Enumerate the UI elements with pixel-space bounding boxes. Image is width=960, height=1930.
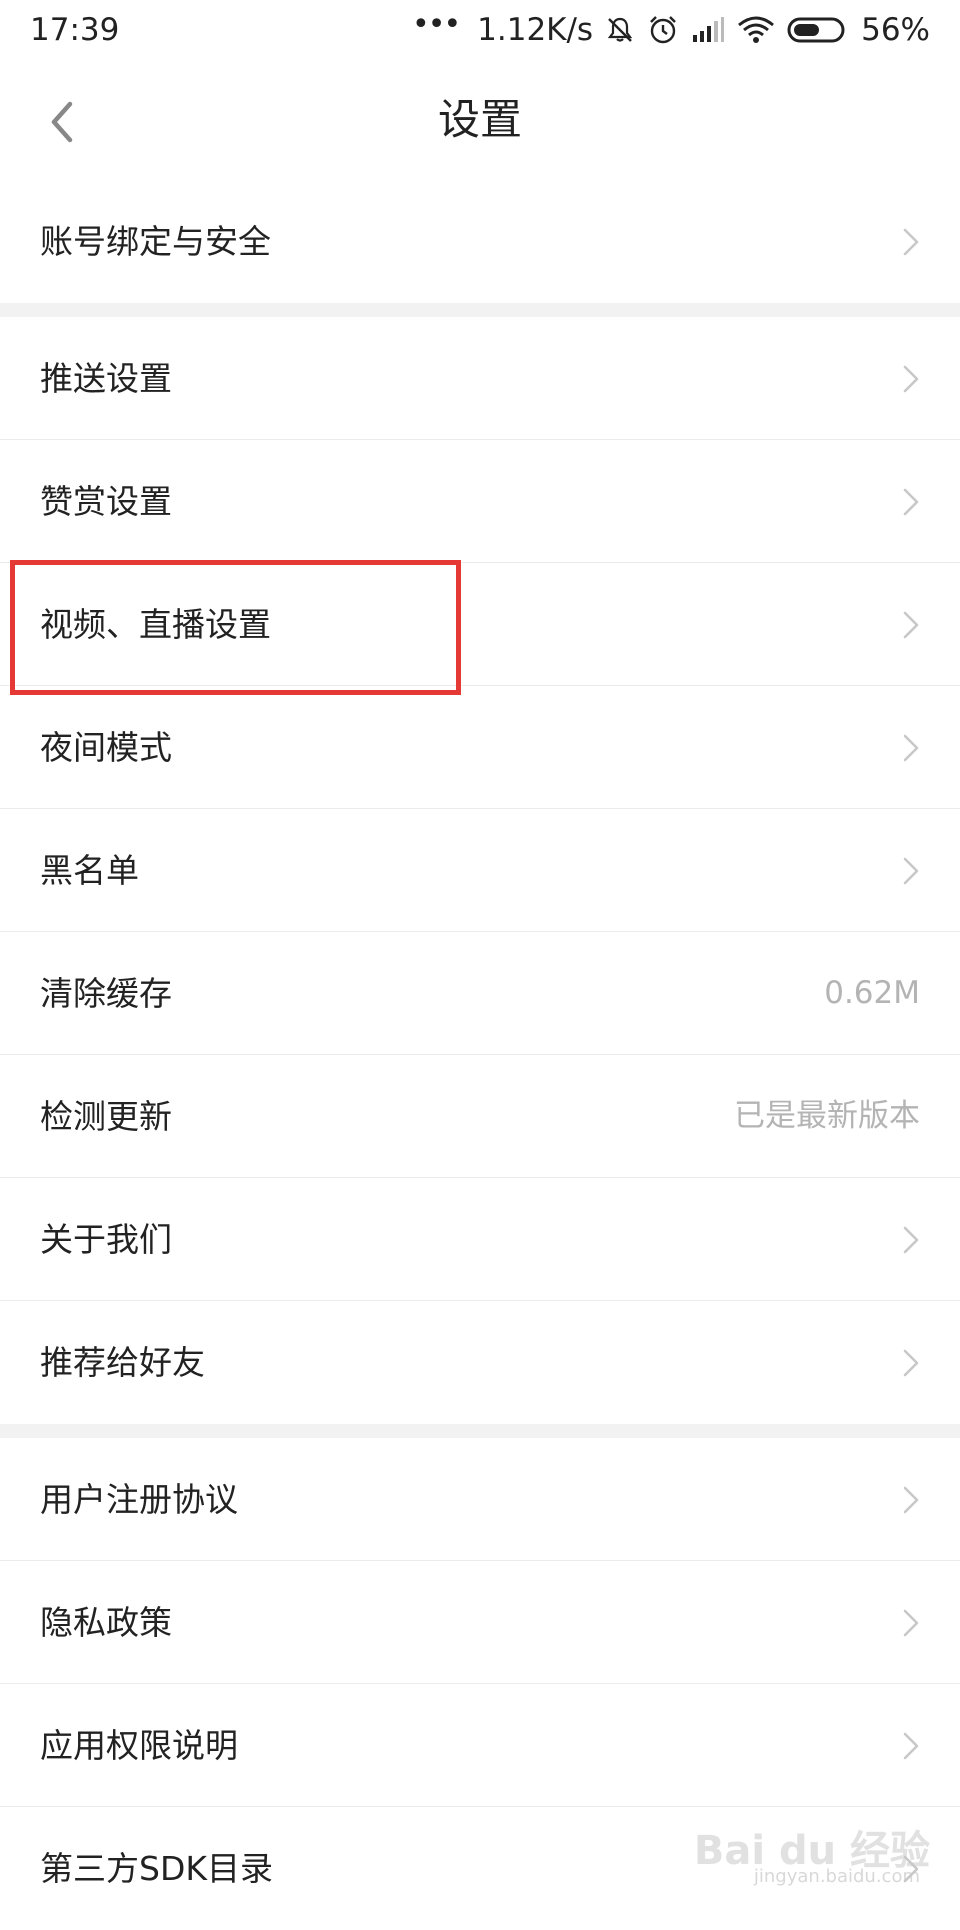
settings-row-label: 用户注册协议	[40, 1480, 238, 1519]
page-title: 设置	[437, 95, 522, 144]
chevron-right-icon	[903, 1486, 919, 1514]
settings-row-label: 应用权限说明	[40, 1726, 238, 1765]
settings-row[interactable]: 用户注册协议	[0, 1438, 960, 1561]
more-dots-icon: •••	[412, 6, 461, 42]
settings-row-label: 推送设置	[40, 359, 172, 398]
status-time: 17:39	[30, 12, 120, 48]
alarm-icon	[647, 14, 679, 46]
settings-row-label: 第三方SDK目录	[40, 1849, 273, 1888]
chevron-right-icon	[903, 734, 919, 762]
nav-bar: 设置	[0, 60, 960, 180]
baidu-watermark-url: jingyan.baidu.com	[753, 1866, 920, 1887]
settings-row[interactable]: 夜间模式	[0, 686, 960, 809]
chevron-right-icon	[903, 1349, 919, 1377]
chevron-right-icon	[903, 488, 919, 516]
settings-row[interactable]: 推送设置	[0, 317, 960, 440]
settings-row[interactable]: 应用权限说明	[0, 1684, 960, 1807]
settings-row-label: 账号绑定与安全	[40, 222, 271, 261]
settings-row[interactable]: 检测更新 已是最新版本	[0, 1055, 960, 1178]
settings-row[interactable]: 视频、直播设置	[0, 563, 960, 686]
settings-row[interactable]: 推荐给好友	[0, 1301, 960, 1424]
settings-row-label: 黑名单	[40, 851, 139, 890]
settings-row-label: 关于我们	[40, 1220, 172, 1259]
settings-row-label: 推荐给好友	[40, 1343, 205, 1382]
status-bar: 17:39 ••• 1.12K/s 56%	[0, 0, 960, 60]
network-speed: 1.12K/s	[477, 12, 594, 48]
settings-row-label: 清除缓存	[40, 974, 172, 1013]
settings-row-value: 0.62M	[824, 975, 920, 1011]
battery-icon	[787, 15, 849, 45]
chevron-right-icon	[903, 857, 919, 885]
settings-row[interactable]: 赞赏设置	[0, 440, 960, 563]
chevron-right-icon	[903, 1732, 919, 1760]
settings-row[interactable]: 账号绑定与安全	[0, 180, 960, 303]
signal-icon	[691, 17, 725, 43]
chevron-right-icon	[903, 228, 919, 256]
settings-row-label: 赞赏设置	[40, 482, 172, 521]
group-separator	[0, 303, 960, 317]
mute-icon	[605, 15, 635, 45]
settings-row-label: 隐私政策	[40, 1603, 172, 1642]
settings-row[interactable]: 关于我们	[0, 1178, 960, 1301]
settings-row-value: 已是最新版本	[734, 1098, 920, 1134]
settings-row-label: 检测更新	[40, 1097, 172, 1136]
settings-row[interactable]: 隐私政策	[0, 1561, 960, 1684]
status-icons: ••• 1.12K/s 56%	[412, 7, 930, 49]
group-separator	[0, 1424, 960, 1438]
settings-row-label: 夜间模式	[40, 728, 172, 767]
battery-percent: 56%	[861, 12, 930, 48]
settings-list: 账号绑定与安全 推送设置赞赏设置视频、直播设置 夜间模式黑名单清除缓存 0.62M 检测…	[0, 180, 960, 1930]
chevron-right-icon	[903, 1609, 919, 1637]
chevron-right-icon	[903, 1226, 919, 1254]
settings-row[interactable]: 清除缓存 0.62M	[0, 932, 960, 1055]
settings-row-label: 视频、直播设置	[40, 605, 271, 644]
chevron-right-icon	[903, 365, 919, 393]
chevron-right-icon	[903, 611, 919, 639]
settings-row[interactable]: 黑名单	[0, 809, 960, 932]
wifi-icon	[737, 15, 775, 45]
